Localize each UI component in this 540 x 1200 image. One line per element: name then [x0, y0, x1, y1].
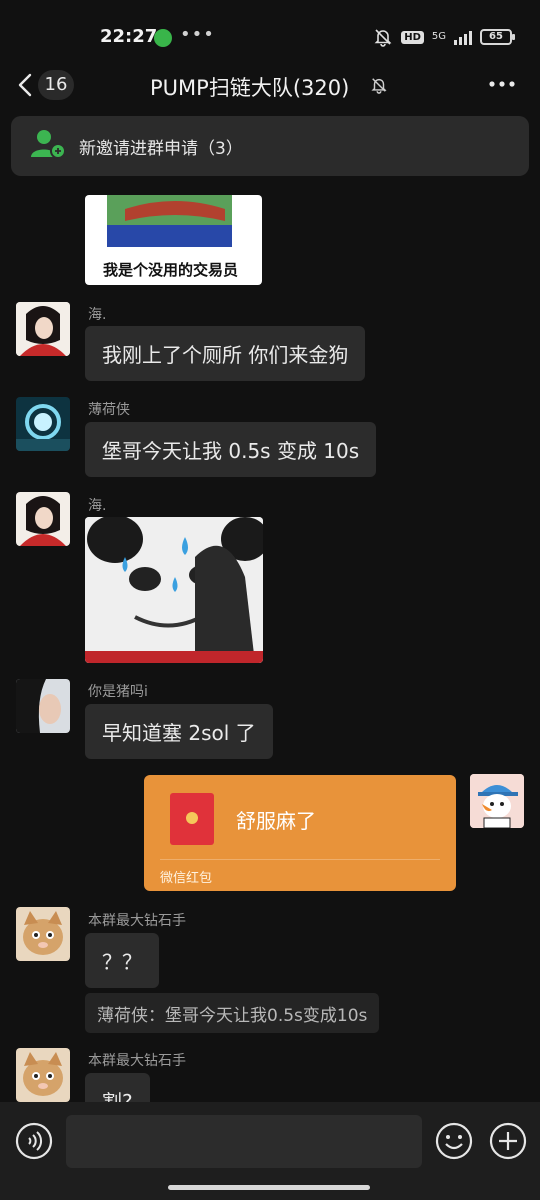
- red-packet-message[interactable]: 舒服麻了 微信红包: [144, 775, 456, 891]
- message-bubble[interactable]: 早知道塞 2sol 了: [85, 704, 273, 759]
- muted-bell-icon: [370, 76, 388, 98]
- chat-header: 16 PUMP扫链大队(320): [0, 62, 540, 108]
- sticker-image[interactable]: 我是个没用的交易员: [85, 195, 262, 285]
- battery-indicator: 65: [480, 29, 515, 45]
- divider: [160, 859, 440, 860]
- home-indicator[interactable]: [168, 1185, 370, 1190]
- signal-strength-icon: [454, 29, 472, 45]
- avatar[interactable]: [16, 907, 70, 961]
- back-button[interactable]: 16: [18, 68, 78, 102]
- voice-icon: [15, 1122, 53, 1160]
- sender-name: 本群最大钻石手: [88, 913, 186, 929]
- avatar[interactable]: [16, 397, 70, 451]
- chevron-left-icon: [18, 73, 32, 97]
- ellipsis-icon: [489, 81, 515, 87]
- status-bar: 22:27 ••• HD 5G 65: [0, 0, 540, 70]
- network-type: 5G: [431, 31, 446, 42]
- quoted-message[interactable]: 薄荷侠：堡哥今天让我0.5s变成10s: [85, 993, 380, 1033]
- smiley-icon: [435, 1122, 473, 1160]
- invite-requests-text: 新邀请进群申请（3）: [79, 138, 243, 159]
- sticker-caption: 我是个没用的交易员: [103, 261, 239, 279]
- panda-meme-sticker[interactable]: [85, 517, 263, 663]
- group-invite-requests-banner[interactable]: 新邀请进群申请（3）: [11, 116, 529, 176]
- emoji-button[interactable]: [435, 1122, 473, 1164]
- red-packet-label: 微信红包: [160, 871, 213, 886]
- message-bubble[interactable]: 堡哥今天让我 0.5s 变成 10s: [85, 422, 377, 477]
- red-packet-title: 舒服麻了: [236, 809, 316, 833]
- voice-input-button[interactable]: [15, 1122, 53, 1164]
- wechat-notification-icon: [154, 29, 172, 47]
- sender-name: 海.: [88, 498, 107, 514]
- avatar[interactable]: [16, 492, 70, 546]
- group-title: PUMP扫链大队(320): [150, 76, 350, 100]
- avatar[interactable]: [16, 1048, 70, 1102]
- clock: 22:27: [100, 26, 158, 47]
- message-list[interactable]: 我是个没用的交易员 海. 我刚上了个厕所 你们来金狗 薄荷侠 堡哥今天让我 0.…: [0, 180, 540, 1102]
- hd-voice-badge: HD: [401, 30, 424, 44]
- avatar[interactable]: [16, 302, 70, 356]
- sender-name: 本群最大钻石手: [88, 1053, 186, 1069]
- avatar[interactable]: [16, 679, 70, 733]
- sender-name: 海.: [88, 307, 107, 323]
- unread-count-badge: 16: [38, 70, 74, 100]
- sender-name: 你是猪吗i: [88, 684, 148, 700]
- add-member-icon: [31, 129, 66, 163]
- more-actions-button[interactable]: [489, 1122, 527, 1164]
- red-envelope-icon: [170, 793, 214, 845]
- message-text-input[interactable]: [66, 1115, 422, 1168]
- sender-name: 薄荷侠: [88, 402, 130, 418]
- more-notifications-icon: •••: [180, 24, 215, 45]
- message-bubble[interactable]: ？？: [85, 933, 159, 988]
- plus-icon: [489, 1122, 527, 1160]
- message-bubble[interactable]: 我刚上了个厕所 你们来金狗: [85, 326, 366, 381]
- message-bubble[interactable]: 割?: [85, 1073, 150, 1102]
- silent-mode-icon: [373, 27, 393, 47]
- my-avatar[interactable]: [470, 774, 524, 828]
- more-options-button[interactable]: [488, 74, 516, 98]
